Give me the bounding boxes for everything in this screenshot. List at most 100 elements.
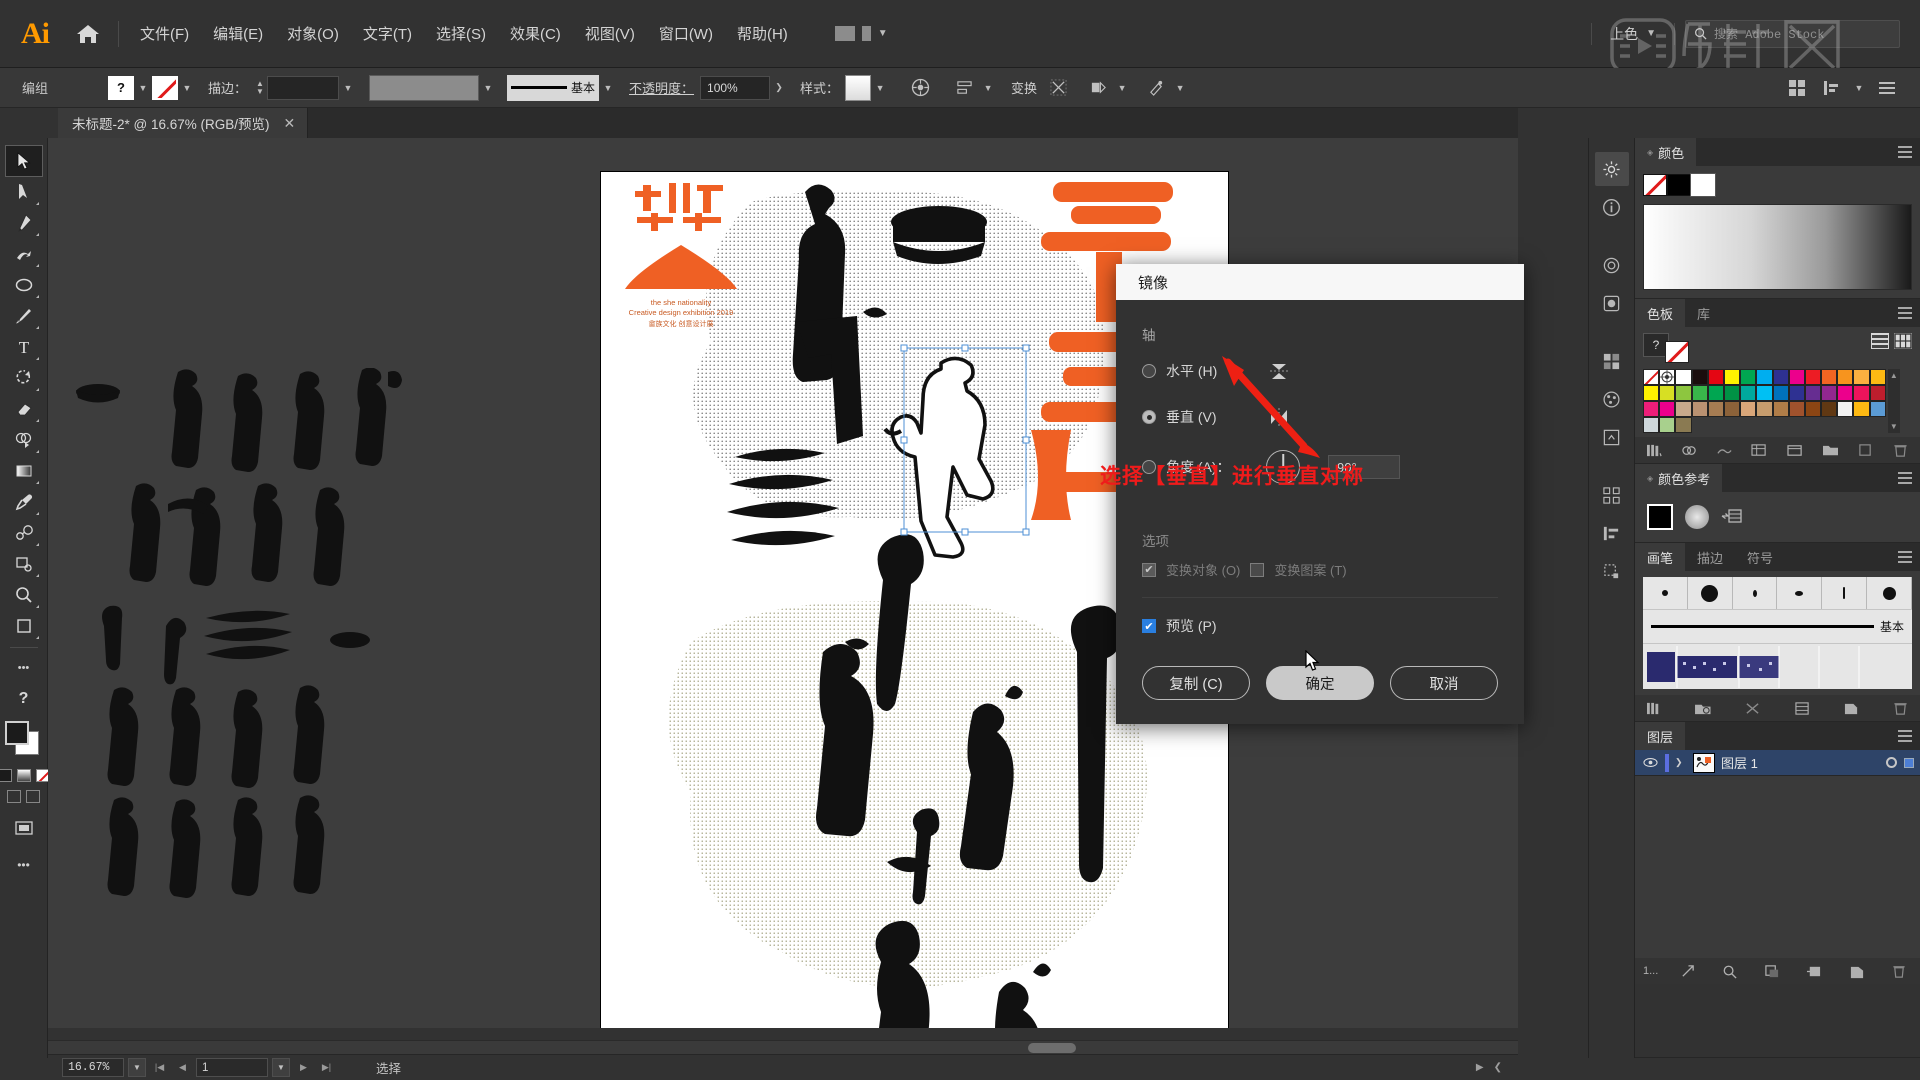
ellipse-tool[interactable]: [6, 270, 42, 300]
align-icon[interactable]: [949, 74, 979, 102]
swatch-cell[interactable]: [1723, 401, 1741, 417]
align-chevron-down-icon[interactable]: ▼: [979, 76, 997, 100]
color-rail-icon[interactable]: [1595, 382, 1629, 416]
swatch-cell[interactable]: [1788, 401, 1805, 417]
swatches-rail-icon[interactable]: [1595, 344, 1629, 378]
swatch-cell[interactable]: [1853, 401, 1870, 417]
chevron-right-icon[interactable]: ❯: [1675, 757, 1687, 768]
swatch-cell[interactable]: [1788, 369, 1805, 385]
panel-menu-icon[interactable]: [1898, 551, 1912, 563]
swatch-cell[interactable]: [1756, 401, 1773, 417]
base-color-swatch[interactable]: [1647, 504, 1673, 530]
swatch-cell[interactable]: [1804, 369, 1822, 385]
hand-tool[interactable]: [6, 611, 42, 641]
tab-color[interactable]: ◈ 颜色: [1635, 138, 1697, 166]
color-group-icon[interactable]: [1676, 439, 1702, 461]
swatch-cell[interactable]: [1837, 401, 1854, 417]
swatch-cell[interactable]: [1772, 401, 1789, 417]
swatch-cell[interactable]: [1675, 385, 1692, 401]
eraser-tool[interactable]: [6, 394, 42, 424]
new-color-group-icon[interactable]: [1782, 439, 1808, 461]
tab-stroke[interactable]: 描边: [1685, 543, 1735, 571]
graphic-style-swatch[interactable]: [845, 74, 872, 101]
color-ramp[interactable]: [1643, 204, 1912, 290]
next-artboard-icon[interactable]: ▶: [294, 1058, 313, 1077]
swatch-cell[interactable]: [1675, 369, 1692, 385]
document-tab[interactable]: 未标题-2* @ 16.67% (RGB/预览) ✕: [58, 108, 309, 138]
swatches-grid[interactable]: [1643, 369, 1886, 433]
copy-button[interactable]: 复制 (C): [1142, 666, 1250, 700]
swatch-cell[interactable]: [1707, 385, 1724, 401]
swatch-cell[interactable]: [1869, 369, 1886, 385]
prev-artboard-icon[interactable]: ◀: [173, 1058, 192, 1077]
layers-list[interactable]: ❯ 图层 1: [1635, 750, 1920, 958]
swatch-cell[interactable]: [1659, 401, 1676, 417]
artboard-tool[interactable]: [6, 549, 42, 579]
new-swatch-folder-icon[interactable]: [1817, 439, 1843, 461]
swatch-cell[interactable]: [1740, 401, 1757, 417]
panel-menu-icon[interactable]: [1898, 307, 1912, 319]
scroll-up-icon[interactable]: ▲: [1890, 371, 1898, 380]
eye-icon[interactable]: [1641, 757, 1659, 768]
swatches-scrollbar[interactable]: ▲ ▼: [1887, 369, 1900, 433]
tab-layers[interactable]: 图层: [1635, 722, 1686, 750]
swatch-cell[interactable]: [1804, 401, 1822, 417]
search-layer-icon[interactable]: [1717, 960, 1743, 982]
swatch-cell[interactable]: [1869, 385, 1886, 401]
stroke-weight-input[interactable]: [267, 75, 340, 100]
mask-chevron-down-icon[interactable]: ▼: [1113, 76, 1131, 100]
rotate-tool[interactable]: [6, 363, 42, 393]
new-swatch-icon[interactable]: [1853, 439, 1879, 461]
swatch-none[interactable]: [1643, 174, 1667, 196]
layer-target-icon[interactable]: [1886, 757, 1897, 768]
make-clipping-mask-icon[interactable]: [1759, 960, 1785, 982]
swatch-cell[interactable]: [1659, 369, 1676, 385]
horizontal-scroll-thumb[interactable]: [1028, 1043, 1076, 1053]
swatch-cell[interactable]: [1853, 369, 1870, 385]
axis-vertical-row[interactable]: 垂直 (V): [1142, 404, 1498, 430]
width-profile-chevron-down-icon[interactable]: ▼: [479, 76, 497, 100]
new-brush-icon[interactable]: [1839, 697, 1865, 719]
gradient-tool[interactable]: [6, 456, 42, 486]
swatch-cell[interactable]: [1821, 369, 1838, 385]
brush-item[interactable]: [1777, 577, 1823, 609]
zoom-level-input[interactable]: 16.67%: [62, 1058, 124, 1077]
align-panel-icon[interactable]: [1816, 74, 1846, 102]
isolate-group-icon[interactable]: [1043, 74, 1073, 102]
workspace-name[interactable]: 上色 ▼: [1602, 20, 1664, 48]
brush-libraries-icon[interactable]: [1641, 697, 1667, 719]
info-icon[interactable]: [1595, 190, 1629, 224]
swatch-cell[interactable]: [1691, 369, 1708, 385]
align-panel-chevron-down-icon[interactable]: ▼: [1850, 76, 1868, 100]
zoom-chevron-down-icon[interactable]: ▼: [128, 1058, 146, 1077]
tab-libraries[interactable]: 库: [1685, 299, 1722, 327]
style-chevron-down-icon[interactable]: ▼: [871, 76, 889, 100]
radio-horizontal[interactable]: [1142, 364, 1156, 378]
stroke-chevron-down-icon[interactable]: ▼: [178, 76, 196, 100]
swatch-black[interactable]: [1667, 174, 1691, 196]
gradient-button[interactable]: [16, 769, 31, 782]
swatch-cell[interactable]: [1643, 385, 1660, 401]
new-layer-icon[interactable]: [1844, 960, 1870, 982]
swatch-cell[interactable]: [1659, 385, 1676, 401]
drawing-mode-icon[interactable]: [26, 790, 40, 803]
checkbox-preview[interactable]: ✔: [1142, 619, 1156, 633]
swatch-cell[interactable]: [1643, 417, 1660, 433]
stroke-swatch[interactable]: [152, 75, 178, 100]
menu-window[interactable]: 窗口(W): [648, 17, 724, 50]
properties-icon[interactable]: [1594, 152, 1629, 186]
tab-swatches[interactable]: 色板: [1635, 299, 1686, 327]
layer-name[interactable]: 图层 1: [1721, 753, 1758, 772]
swatch-cell[interactable]: [1740, 385, 1757, 401]
tab-symbols[interactable]: 符号: [1735, 543, 1785, 571]
fill-stroke-indicator[interactable]: [4, 721, 43, 759]
swatch-cell[interactable]: [1837, 385, 1854, 401]
harmony-rules-icon[interactable]: [1685, 505, 1709, 529]
align-rail-icon[interactable]: [1595, 516, 1629, 550]
menu-file[interactable]: 文件(F): [129, 17, 200, 50]
swatch-cell[interactable]: [1675, 417, 1692, 433]
swatch-cell[interactable]: [1723, 385, 1741, 401]
axis-horizontal-row[interactable]: 水平 (H): [1142, 358, 1498, 384]
swatch-cell[interactable]: [1772, 369, 1789, 385]
swatch-cell[interactable]: [1772, 385, 1789, 401]
